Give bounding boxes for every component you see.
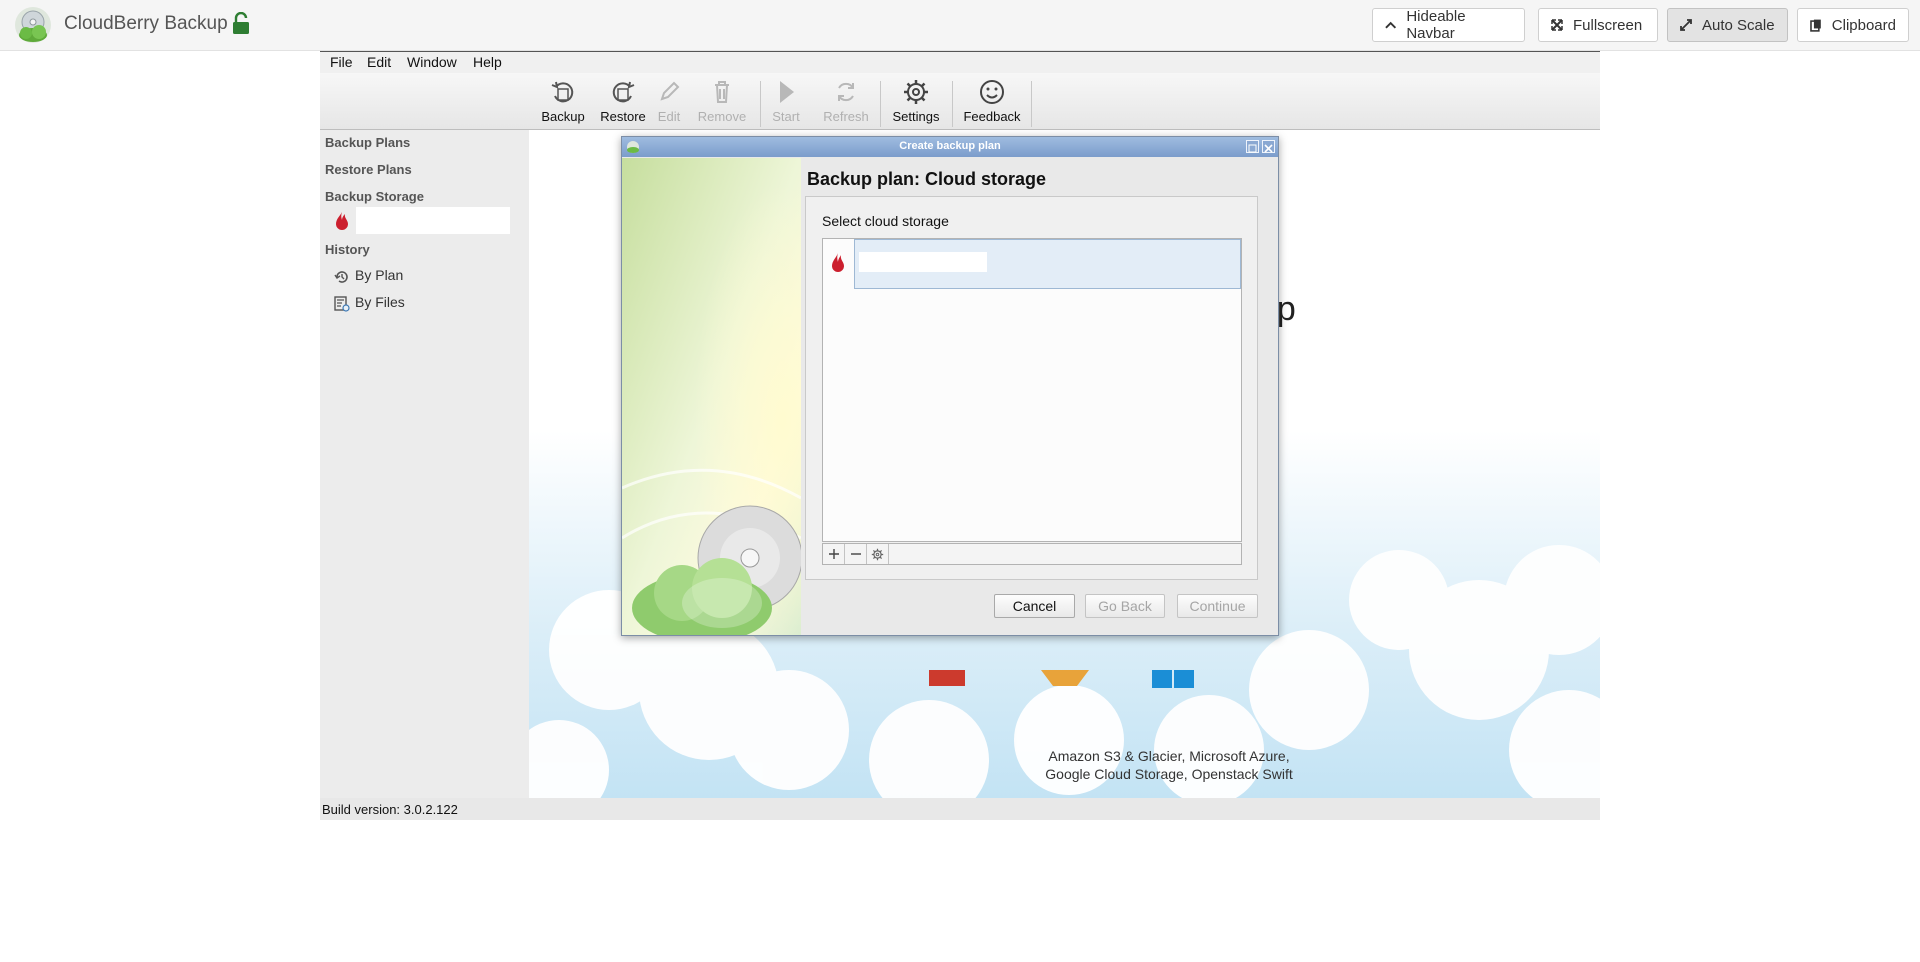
fullscreen-button[interactable]: Fullscreen: [1538, 8, 1658, 42]
sidebar-backup-storage[interactable]: Backup Storage: [325, 189, 424, 204]
fullscreen-icon: [1551, 19, 1563, 31]
settings-tool-button[interactable]: Settings: [886, 77, 946, 124]
remove-storage-button[interactable]: [845, 544, 867, 564]
history-clock-icon: [334, 271, 348, 283]
sidebar-history[interactable]: History: [325, 242, 370, 257]
dialog-titlebar[interactable]: Create backup plan: [622, 137, 1278, 157]
storage-settings-button[interactable]: [867, 544, 889, 564]
dialog-minimize-button[interactable]: [1246, 140, 1259, 153]
wizard-side-image: [622, 158, 801, 635]
backup-tool-button[interactable]: Backup: [533, 77, 593, 124]
sidebar-by-plan-label[interactable]: By Plan: [355, 267, 403, 283]
close-icon: [1264, 144, 1273, 153]
menu-file[interactable]: File: [330, 54, 353, 70]
go-back-button[interactable]: Go Back: [1085, 594, 1165, 618]
dialog-close-button[interactable]: [1262, 140, 1275, 153]
backup-icon: [551, 81, 574, 103]
play-icon: [780, 81, 794, 103]
menu-window[interactable]: Window: [407, 54, 457, 70]
build-version-text: Build version: 3.0.2.122: [322, 802, 458, 817]
clipboard-label: Clipboard: [1831, 16, 1896, 34]
menu-help[interactable]: Help: [473, 54, 502, 70]
restore-tool-label: Restore: [600, 109, 646, 124]
fullscreen-label: Fullscreen: [1573, 16, 1643, 34]
supported-clouds-text: Amazon S3 & Glacier, Microsoft Azure, Go…: [919, 747, 1419, 783]
start-tool-button[interactable]: Start: [763, 77, 809, 124]
menu-bar: File Edit Window Help: [320, 51, 1600, 73]
files-history-icon: [334, 296, 350, 312]
cloud-storage-list[interactable]: [822, 238, 1242, 542]
pencil-icon: [660, 81, 680, 101]
supported-clouds-line-1: Amazon S3 & Glacier, Microsoft Azure,: [1048, 748, 1290, 764]
cloud-storage-panel: Select cloud storage: [805, 196, 1258, 580]
wizard-step-heading: Backup plan: Cloud storage: [807, 169, 1047, 189]
backblaze-flame-icon: [336, 212, 348, 230]
status-bar: Build version: 3.0.2.122: [320, 798, 1600, 820]
toolbar-separator: [760, 81, 761, 127]
select-cloud-storage-label: Select cloud storage: [822, 213, 949, 229]
chevron-up-icon: [1385, 21, 1397, 29]
sidebar-backup-plans[interactable]: Backup Plans: [325, 135, 410, 150]
gear-icon: [904, 80, 928, 104]
plus-icon: [828, 549, 839, 559]
toolbar-separator: [952, 81, 953, 127]
toolbar-separator: [880, 81, 881, 127]
refresh-icon: [838, 82, 854, 102]
add-storage-button[interactable]: [823, 544, 845, 564]
backup-tool-label: Backup: [541, 109, 585, 124]
storage-account-name: [859, 252, 987, 272]
storage-account-name-field: [356, 207, 510, 234]
gear-icon: [871, 548, 884, 560]
expand-arrows-icon: [1680, 19, 1692, 31]
edit-tool-label: Edit: [657, 109, 681, 124]
restore-icon: [612, 81, 635, 103]
sidebar-restore-plans[interactable]: Restore Plans: [325, 162, 412, 177]
hideable-navbar-label: Hideable Navbar: [1406, 8, 1466, 42]
edit-tool-button[interactable]: Edit: [644, 77, 694, 124]
navigation-sidebar: Backup Plans Restore Plans Backup Storag…: [320, 130, 529, 798]
backblaze-flame-icon: [832, 253, 844, 272]
auto-scale-button[interactable]: Auto Scale: [1667, 8, 1788, 42]
trash-icon: [715, 81, 729, 103]
smiley-icon: [980, 80, 1004, 104]
feedback-tool-label: Feedback: [963, 109, 1021, 124]
continue-button[interactable]: Continue: [1177, 594, 1258, 618]
minimize-icon: [1248, 144, 1257, 153]
cloudberry-logo: [15, 7, 51, 43]
minus-icon: [850, 553, 861, 555]
list-item[interactable]: [823, 239, 1241, 289]
clipboard-button[interactable]: Clipboard: [1797, 8, 1909, 42]
auto-scale-label: Auto Scale: [1702, 16, 1775, 34]
supported-clouds-line-2: Google Cloud Storage, Openstack Swift: [1045, 766, 1293, 782]
dialog-title: Create backup plan: [899, 140, 1001, 152]
refresh-tool-label: Refresh: [823, 109, 869, 124]
remove-tool-label: Remove: [697, 109, 747, 124]
refresh-tool-button[interactable]: Refresh: [816, 77, 876, 124]
hideable-navbar-button[interactable]: Hideable Navbar: [1372, 8, 1525, 42]
create-backup-plan-dialog: Create backup plan Backup plan: Cloud st…: [621, 136, 1279, 636]
main-toolbar: Backup Restore Edit Remove Start Refresh…: [320, 73, 1600, 130]
list-tools-bar: [822, 543, 1242, 565]
remove-tool-button[interactable]: Remove: [692, 77, 752, 124]
menu-edit[interactable]: Edit: [367, 54, 391, 70]
sidebar-storage-account[interactable]: [334, 206, 524, 235]
toolbar-separator: [1031, 81, 1032, 127]
sidebar-by-files-label[interactable]: By Files: [355, 294, 405, 310]
app-brand-title: CloudBerry Backup: [64, 13, 228, 34]
cancel-button[interactable]: Cancel: [994, 594, 1075, 618]
feedback-tool-button[interactable]: Feedback: [957, 77, 1027, 124]
clipboard-icon: [1810, 19, 1821, 32]
start-tool-label: Start: [772, 109, 800, 124]
settings-tool-label: Settings: [892, 109, 940, 124]
unlocked-lock-icon[interactable]: [231, 12, 251, 36]
top-navbar: CloudBerry Backup Hideable Navbar Fullsc…: [0, 0, 1920, 51]
selected-storage-row[interactable]: [854, 239, 1241, 289]
